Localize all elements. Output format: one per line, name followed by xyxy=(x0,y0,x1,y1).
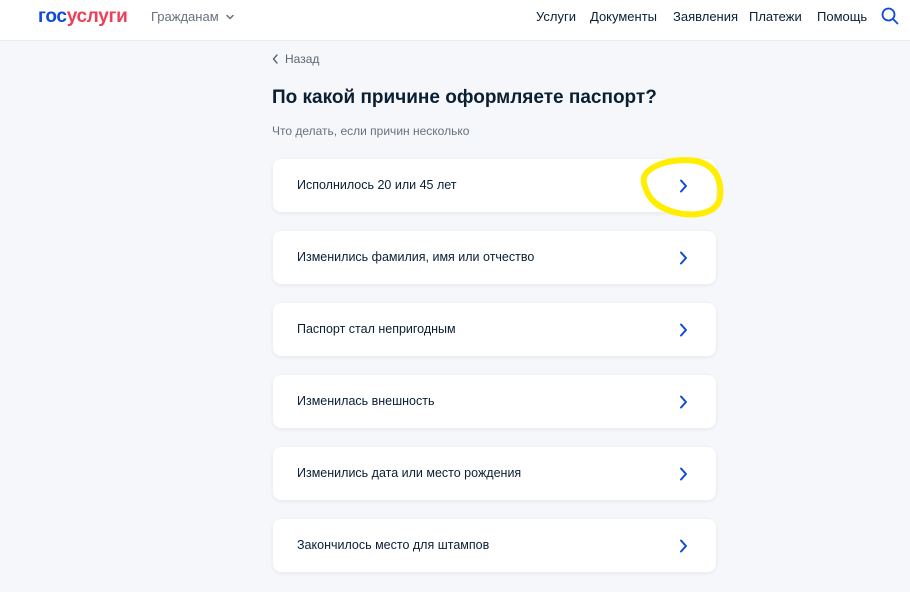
option-label: Изменилась внешность xyxy=(297,394,435,408)
multiple-reasons-link[interactable]: Что делать, если причин несколько xyxy=(272,124,469,138)
nav-services[interactable]: Услуги xyxy=(536,9,576,24)
chevron-left-icon xyxy=(272,54,278,64)
option-no-stamp-space[interactable]: Закончилось место для штампов xyxy=(273,519,716,572)
option-age-20-45[interactable]: Исполнилось 20 или 45 лет xyxy=(273,159,716,212)
main-nav: Услуги Документы Заявления Платежи Помощ… xyxy=(0,9,910,25)
nav-payments[interactable]: Платежи xyxy=(749,9,802,24)
chevron-right-icon xyxy=(680,467,687,481)
top-header: госуслуги Гражданам Услуги Документы Зая… xyxy=(0,0,910,41)
nav-applications[interactable]: Заявления xyxy=(673,9,738,24)
option-passport-unusable[interactable]: Паспорт стал непригодным xyxy=(273,303,716,356)
back-link[interactable]: Назад xyxy=(272,52,319,66)
option-label: Исполнилось 20 или 45 лет xyxy=(297,178,457,192)
nav-documents[interactable]: Документы xyxy=(590,9,657,24)
option-birth-data-changed[interactable]: Изменились дата или место рождения xyxy=(273,447,716,500)
option-label: Закончилось место для штампов xyxy=(297,538,490,552)
option-label: Изменились дата или место рождения xyxy=(297,466,522,480)
back-label: Назад xyxy=(285,52,320,66)
chevron-right-icon xyxy=(680,323,687,337)
page-title: По какой причине оформляете паспорт? xyxy=(272,87,657,108)
option-label: Паспорт стал непригодным xyxy=(297,322,456,336)
chevron-right-icon xyxy=(680,539,687,553)
option-appearance-changed[interactable]: Изменилась внешность xyxy=(273,375,716,428)
option-label: Изменились фамилия, имя или отчество xyxy=(297,250,535,264)
chevron-right-icon xyxy=(680,251,687,265)
search-icon[interactable] xyxy=(881,7,899,25)
chevron-right-icon xyxy=(680,395,687,409)
option-name-changed[interactable]: Изменились фамилия, имя или отчество xyxy=(273,231,716,284)
nav-help[interactable]: Помощь xyxy=(817,9,867,24)
chevron-right-icon xyxy=(680,179,687,193)
